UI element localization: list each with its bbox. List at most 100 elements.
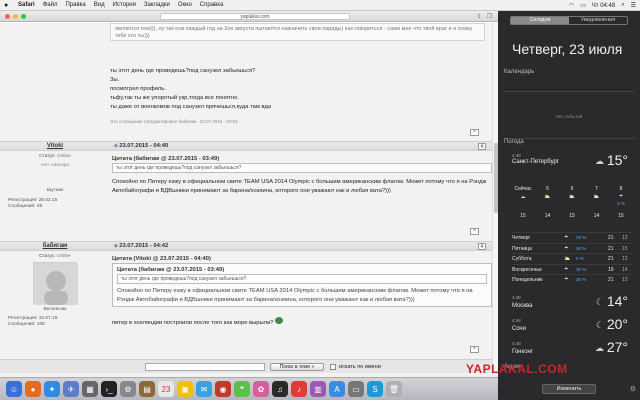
preview-icon[interactable]: ▭: [348, 381, 364, 397]
user-message-count: Сообщений: 48: [8, 204, 43, 209]
hourly-temps: 15 14 15 14 15: [520, 213, 624, 219]
menu-window[interactable]: Окно: [178, 2, 192, 8]
user-rank: Шутник: [46, 188, 64, 193]
post-text: Спокойно по Питеру езжу в официальном св…: [112, 179, 487, 194]
edit-widgets-button[interactable]: Изменить: [542, 384, 596, 394]
music-icon[interactable]: ♪: [291, 381, 307, 397]
tab-notifications[interactable]: Уведомления: [569, 17, 627, 24]
menu-history[interactable]: История: [113, 2, 136, 8]
topic-search-input[interactable]: [145, 363, 265, 371]
city-time: 4:48: [512, 318, 521, 323]
city-temp: 20°: [606, 316, 628, 332]
stickies-icon[interactable]: ▣: [177, 381, 193, 397]
scroll-top-button[interactable]: ^: [470, 228, 479, 235]
post-header: Vitoki 23.07.2015 - 04:40 #: [0, 141, 492, 151]
post-text: питер в хохляндии построили после того к…: [112, 317, 492, 328]
city-name[interactable]: Сочи: [512, 326, 526, 332]
gear-icon[interactable]: ⚙: [630, 385, 636, 393]
search-icon[interactable]: ⌕: [621, 2, 624, 9]
rain-icon: ☂: [564, 235, 569, 241]
firefox-icon[interactable]: ●: [25, 381, 41, 397]
dock: ☺ ● ✦ ✈ ▦ ›_ ⚙ ▤ 23 ▣ ✉ ◉ ❝ ✿ ♫ ♪ ▥ A ▭ …: [0, 377, 498, 400]
skype-icon[interactable]: S: [367, 381, 383, 397]
mail-icon[interactable]: ✉: [196, 381, 212, 397]
scroll-top-button[interactable]: ^: [470, 129, 479, 136]
user-info: Статус: Online Весельчак Регистрация: 15…: [0, 254, 110, 328]
top-message-line: Зы.: [110, 77, 120, 83]
safari-icon[interactable]: ✦: [44, 381, 60, 397]
hourly-icons: ☁ ⛅ ⛅ ⛅ ☂: [512, 193, 632, 201]
notes-icon[interactable]: ▤: [139, 381, 155, 397]
user-rank: Весельчак: [43, 307, 67, 312]
zoom-button[interactable]: [21, 14, 26, 19]
calendar-icon[interactable]: 23: [158, 381, 174, 397]
notification-center-icon[interactable]: ☰: [631, 2, 636, 9]
menu-edit[interactable]: Правка: [65, 2, 85, 8]
city-temp: 14°: [606, 293, 628, 309]
close-button[interactable]: [5, 14, 10, 19]
share-icon[interactable]: ⇪: [477, 13, 482, 20]
app-store-icon[interactable]: A: [329, 381, 345, 397]
post-link-button[interactable]: #: [478, 243, 486, 250]
system-preferences-icon[interactable]: ⚙: [120, 381, 136, 397]
post-author[interactable]: Vitoki: [0, 142, 110, 151]
rain-icon: ☂: [618, 194, 624, 200]
edited-note: Это сообщение отредактировал бабигам - 2…: [110, 119, 238, 124]
post-link-button[interactable]: #: [478, 143, 486, 150]
partly-cloudy-icon: ⛅: [564, 256, 571, 262]
watermark-logo: YAPLAKAL.COM: [466, 362, 568, 376]
inner-quote-header: Цитата (бабигам @ 23.07.2015 - 03:49): [117, 267, 225, 273]
city-name[interactable]: Москва: [512, 303, 532, 309]
daily-forecast: Четверг ☂ 20 % 21 13 Пятница ☂ 30 % 21 15 Суббот…: [512, 232, 632, 285]
search-by-name-checkbox[interactable]: [330, 364, 336, 370]
weather-title: Погода: [504, 139, 524, 145]
finder-icon[interactable]: ☺: [6, 381, 22, 397]
avatar: [37, 171, 73, 185]
rain-icon: ☂: [564, 266, 569, 273]
menu-file[interactable]: Файл: [43, 2, 58, 8]
menu-bookmarks[interactable]: Закладки: [144, 2, 170, 8]
top-message-line: тьфу,так ты же упоротый укр,тогда все по…: [110, 95, 239, 101]
menu-app-name[interactable]: Safari: [18, 2, 35, 8]
post-author[interactable]: бабигам: [0, 242, 110, 251]
wifi-icon[interactable]: ◠: [569, 2, 574, 9]
hourly-precip: 0 %: [617, 201, 625, 206]
apple-icon[interactable]: ●: [4, 2, 12, 9]
inner-quote-text: ты этот день где проведешь?под санузел з…: [117, 274, 487, 284]
itunes-icon[interactable]: ♫: [272, 381, 288, 397]
ibooks-icon[interactable]: ▥: [310, 381, 326, 397]
trash-icon[interactable]: 🗑: [386, 381, 402, 397]
tab-today[interactable]: Сегодня: [511, 17, 569, 24]
safari-toolbar: yaplakal.com ⇪ ❐: [0, 11, 498, 22]
menu-help[interactable]: Справка: [200, 2, 224, 8]
top-message-line: ты этот день где проведешь?под санузел з…: [110, 68, 256, 74]
minimize-button[interactable]: [13, 14, 18, 19]
menubar-clock[interactable]: Чт 04:48: [592, 3, 615, 9]
weather-main-city[interactable]: Санкт-Петербург: [512, 159, 559, 165]
smiley-icon: [275, 317, 284, 324]
scroll-top-button[interactable]: ^: [470, 346, 479, 353]
hourly-forecast: Сейчас 5 6 7 8 ☁ ⛅ ⛅ ⛅ ☂ 0 % 15 14 15 14…: [512, 185, 632, 220]
partly-cloudy-icon: ⛅: [593, 194, 600, 200]
quote-text: Спокойно по Питеру езжу в официальном св…: [117, 288, 473, 303]
photos-icon[interactable]: ✿: [253, 381, 269, 397]
quote-header: Цитата (Vitoki @ 23.07.2015 - 04:40): [112, 256, 211, 262]
terminal-icon[interactable]: ›_: [101, 381, 117, 397]
mission-control-icon[interactable]: ▦: [82, 381, 98, 397]
city-name[interactable]: Гонконг: [512, 349, 533, 355]
tabs-icon[interactable]: ❐: [487, 13, 492, 20]
notification-center: Сегодня Уведомления Четверг, 23 июля Кал…: [498, 11, 640, 400]
battery-icon[interactable]: ▭: [580, 2, 586, 9]
address-bar[interactable]: yaplakal.com: [160, 13, 350, 20]
menu-bar: ● Safari Файл Правка Вид История Закладк…: [0, 0, 640, 11]
photo-booth-icon[interactable]: ◉: [215, 381, 231, 397]
menu-view[interactable]: Вид: [94, 2, 105, 8]
messages-icon[interactable]: ❝: [234, 381, 250, 397]
window-controls: [5, 14, 26, 19]
calendar-widget: Нет событий: [504, 91, 634, 139]
nc-tabs: Сегодня Уведомления: [510, 16, 628, 25]
avatar-image: [34, 263, 78, 305]
city-time: 4:48: [512, 295, 521, 300]
topic-search-button[interactable]: Поиск в теме »: [270, 363, 324, 371]
launchpad-icon[interactable]: ✈: [63, 381, 79, 397]
